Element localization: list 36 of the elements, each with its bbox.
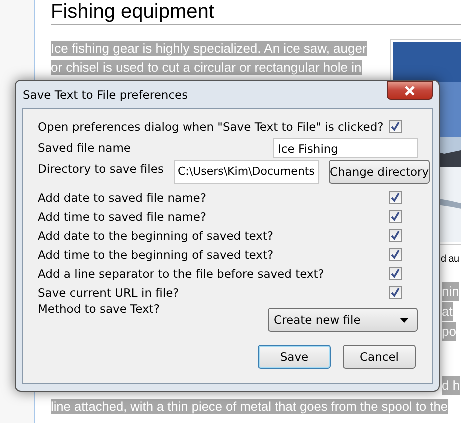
checkbox[interactable]: [389, 210, 402, 223]
directory-field[interactable]: C:\Users\Kim\Documents: [174, 160, 319, 184]
option-label: Add time to the beginning of saved text?: [38, 248, 275, 262]
close-button[interactable]: [387, 81, 433, 100]
checkbox[interactable]: [389, 248, 402, 261]
highlighted-text: po: [442, 322, 456, 341]
option-label: Add date to the beginning of saved text?: [38, 228, 275, 242]
window-title: Save Text to File preferences: [22, 88, 188, 102]
option-label: Add a line separator to the file before saved text?: [38, 266, 326, 280]
option-label: Open preferences dialog when "Save Text to File" is clicked?: [38, 120, 385, 134]
option-label: Add time to saved file name?: [38, 210, 208, 224]
option-label: Add date to saved file name?: [38, 190, 208, 204]
highlighted-text: at: [442, 302, 453, 321]
highlighted-text: d h: [442, 376, 460, 395]
highlighted-text: Ice fishing gear is highly specialized. An ice saw, auger: [51, 41, 367, 56]
close-icon: [404, 86, 416, 96]
checkbox[interactable]: [389, 267, 402, 280]
dialog-button[interactable]: Cancel: [343, 345, 416, 369]
change-directory-button[interactable]: Change directory: [328, 160, 430, 184]
checkbox[interactable]: [389, 120, 402, 133]
checkbox[interactable]: [389, 229, 402, 242]
highlighted-text: line attached, with a thin piece of metal that goes from the spool to the: [51, 399, 448, 414]
dialog-button[interactable]: Save: [258, 345, 331, 369]
highlighted-text: or chisel is used to cut a circular or rectangular hole in: [51, 60, 362, 75]
option-label: Directory to save files: [38, 162, 164, 176]
file-name-field[interactable]: Ice Fishing: [273, 138, 418, 158]
option-label: Method to save Text?: [38, 302, 161, 316]
checkbox[interactable]: [389, 191, 402, 204]
option-label: Save current URL in file?: [38, 286, 180, 300]
checkbox[interactable]: [389, 286, 402, 299]
highlighted-text: nin: [442, 282, 460, 301]
page-heading: Fishing equipment: [51, 0, 461, 25]
caption-text: d au: [441, 254, 460, 265]
option-label: Saved file name: [38, 141, 132, 155]
dropdown-arrow-icon: [400, 318, 409, 322]
method-dropdown[interactable]: Create new file: [268, 308, 418, 332]
